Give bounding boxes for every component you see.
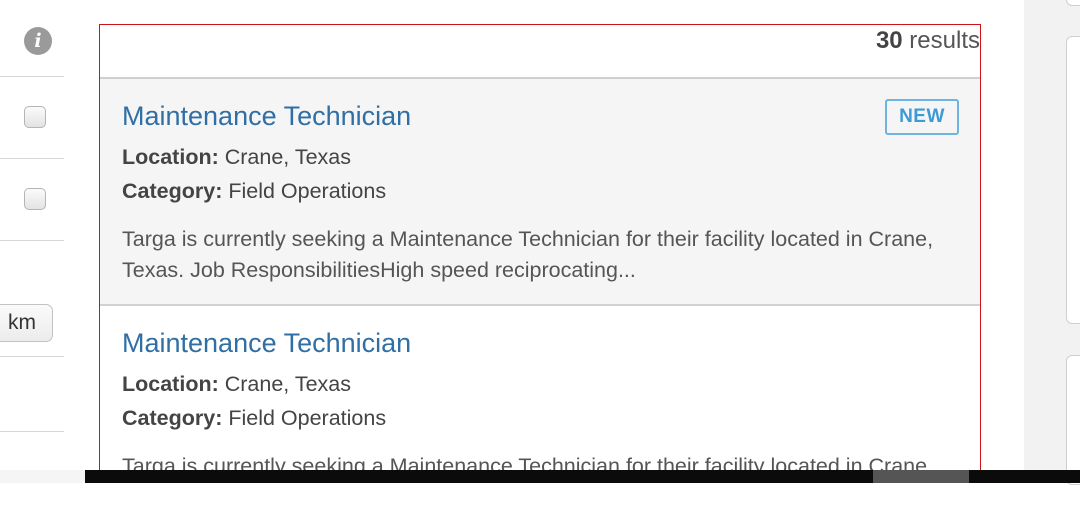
new-badge: NEW	[885, 99, 959, 135]
location-label: Location:	[122, 372, 219, 396]
filter-divider	[0, 356, 64, 357]
info-icon[interactable]: i	[24, 27, 52, 55]
filter-divider	[0, 158, 64, 159]
category-value: Field Operations	[222, 406, 387, 430]
results-count-number: 30	[875, 27, 903, 54]
results-count: 30 results	[876, 27, 980, 55]
right-panel-box	[1066, 36, 1080, 324]
job-title-link[interactable]: Maintenance Technician	[122, 101, 411, 132]
filter-checkbox[interactable]	[24, 188, 46, 210]
job-card[interactable]: Maintenance Technician NEW Location: Cra…	[100, 79, 980, 306]
category-label: Category:	[122, 179, 223, 203]
category-value: Field Operations	[222, 179, 387, 203]
job-card[interactable]: Maintenance Technician Location: Crane, …	[100, 306, 980, 482]
filter-divider	[0, 76, 64, 77]
job-category: Category: Field Operations	[122, 179, 386, 204]
job-description: Targa is currently seeking a Maintenance…	[122, 227, 934, 282]
location-value: Crane, Texas	[218, 145, 352, 169]
results-count-suffix: results	[902, 27, 980, 54]
filter-column: i km	[0, 0, 64, 470]
horizontal-scrollbar-thumb[interactable]	[873, 470, 969, 483]
job-title-link[interactable]: Maintenance Technician	[122, 328, 411, 359]
location-value: Crane, Texas	[218, 372, 352, 396]
filter-divider	[0, 240, 64, 241]
job-location: Location: Crane, Texas	[122, 145, 351, 170]
filter-divider	[0, 431, 64, 432]
job-category: Category: Field Operations	[122, 406, 386, 431]
category-label: Category:	[122, 406, 223, 430]
right-panel-box	[1066, 355, 1080, 485]
distance-unit-button[interactable]: km	[0, 304, 53, 342]
right-panel-box	[1066, 0, 1080, 6]
job-location: Location: Crane, Texas	[122, 372, 351, 397]
results-panel: 30 results Maintenance Technician NEW Lo…	[99, 24, 981, 483]
filter-checkbox[interactable]	[24, 106, 46, 128]
location-label: Location:	[122, 145, 219, 169]
